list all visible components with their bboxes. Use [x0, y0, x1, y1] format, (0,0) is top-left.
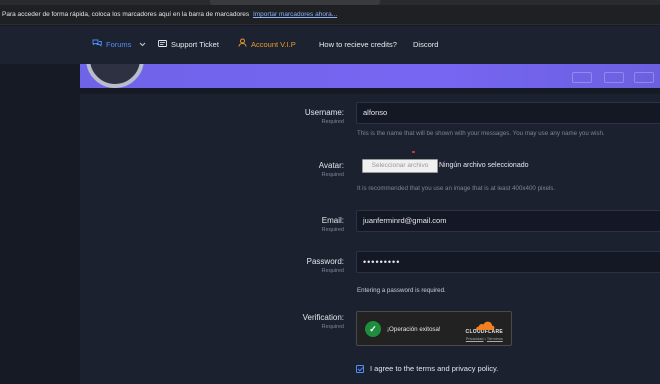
- nav-forums-label: Forums: [106, 40, 132, 49]
- verification-required: Required: [321, 324, 344, 330]
- email-required: Required: [321, 227, 344, 233]
- avatar-image: [86, 64, 144, 88]
- nav-account-vip[interactable]: Account V.I.P: [238, 26, 296, 64]
- ticket-icon: [158, 26, 167, 64]
- password-required: Required: [321, 268, 344, 274]
- cloudflare-branding: CLOUDFLARE Privacidad • Términos: [466, 318, 503, 341]
- terms-agreement[interactable]: I agree to the terms and privacy policy.: [356, 364, 498, 373]
- import-bookmarks-link[interactable]: Importar marcadores ahora...: [253, 11, 337, 18]
- password-label-text: Password:: [306, 257, 344, 266]
- terms-link[interactable]: Términos: [487, 337, 503, 341]
- email-field[interactable]: juanferminrd@gmail.com: [356, 210, 660, 232]
- privacy-link[interactable]: Privacidad: [466, 337, 484, 341]
- user-icon: [238, 26, 247, 64]
- nav-how-to-credits-label: How to recieve credits?: [319, 40, 397, 49]
- nav-discord-label: Discord: [413, 40, 439, 49]
- avatar-label-text: Avatar:: [318, 161, 344, 170]
- nav-how-to-credits[interactable]: How to recieve credits?: [319, 26, 397, 64]
- cursor-artifact: [412, 151, 415, 153]
- password-label: Password: Required: [307, 257, 344, 274]
- verification-status: ¡Operación exitosa!: [387, 326, 441, 333]
- chat-bubbles-icon: [92, 26, 102, 64]
- password-hint: Entering a password is required.: [357, 287, 446, 294]
- nav-support-ticket[interactable]: Support Ticket: [158, 26, 219, 64]
- password-field[interactable]: •••••••••: [356, 251, 660, 273]
- profile-banner: [80, 64, 660, 88]
- nav-discord[interactable]: Discord: [413, 26, 438, 64]
- cloudflare-cloud-icon: [473, 318, 495, 330]
- cloudflare-turnstile-widget[interactable]: ✓ ¡Operación exitosa! CLOUDFLARE Privaci…: [356, 311, 512, 346]
- link-separator: •: [484, 337, 486, 341]
- site-navbar: Forums Support Ticket Account V.I.P How …: [0, 26, 660, 64]
- avatar-label: Avatar: Required: [319, 161, 344, 178]
- banner-decoration: [604, 72, 624, 83]
- banner-decoration: [572, 72, 592, 83]
- nav-forums[interactable]: Forums: [92, 26, 146, 64]
- terms-checkbox[interactable]: [356, 364, 364, 373]
- email-label-text: Email:: [321, 216, 344, 225]
- username-required: Required: [321, 119, 344, 125]
- username-hint: This is the name that will be shown with…: [357, 130, 605, 137]
- nav-support-ticket-label: Support Ticket: [171, 40, 219, 49]
- verification-label-text: Verification:: [302, 313, 344, 322]
- registration-form: Username: Required alfonso This is the n…: [80, 94, 660, 384]
- chevron-down-icon: [139, 26, 146, 64]
- cloudflare-links: Privacidad • Términos: [466, 337, 503, 341]
- left-gutter: [0, 64, 80, 384]
- select-file-button[interactable]: Seleccionar archivo: [362, 159, 438, 173]
- avatar-hint: It is recommended that you use an image …: [357, 185, 556, 192]
- bookmarks-bar: Para acceder de forma rápida, coloca los…: [0, 5, 660, 25]
- terms-label: I agree to the terms and privacy policy.: [370, 364, 499, 373]
- file-status: Ningún archivo seleccionado: [439, 162, 529, 169]
- username-field[interactable]: alfonso: [356, 102, 660, 124]
- nav-account-vip-label: Account V.I.P: [251, 40, 296, 49]
- bookmarks-bar-text: Para acceder de forma rápida, coloca los…: [2, 11, 250, 18]
- verification-label: Verification: Required: [303, 313, 344, 330]
- checkmark-icon: ✓: [365, 321, 381, 337]
- banner-decoration: [634, 72, 654, 83]
- email-label: Email: Required: [322, 216, 344, 233]
- username-label-text: Username:: [304, 108, 344, 117]
- avatar-required: Required: [321, 172, 344, 178]
- username-label: Username: Required: [305, 108, 344, 125]
